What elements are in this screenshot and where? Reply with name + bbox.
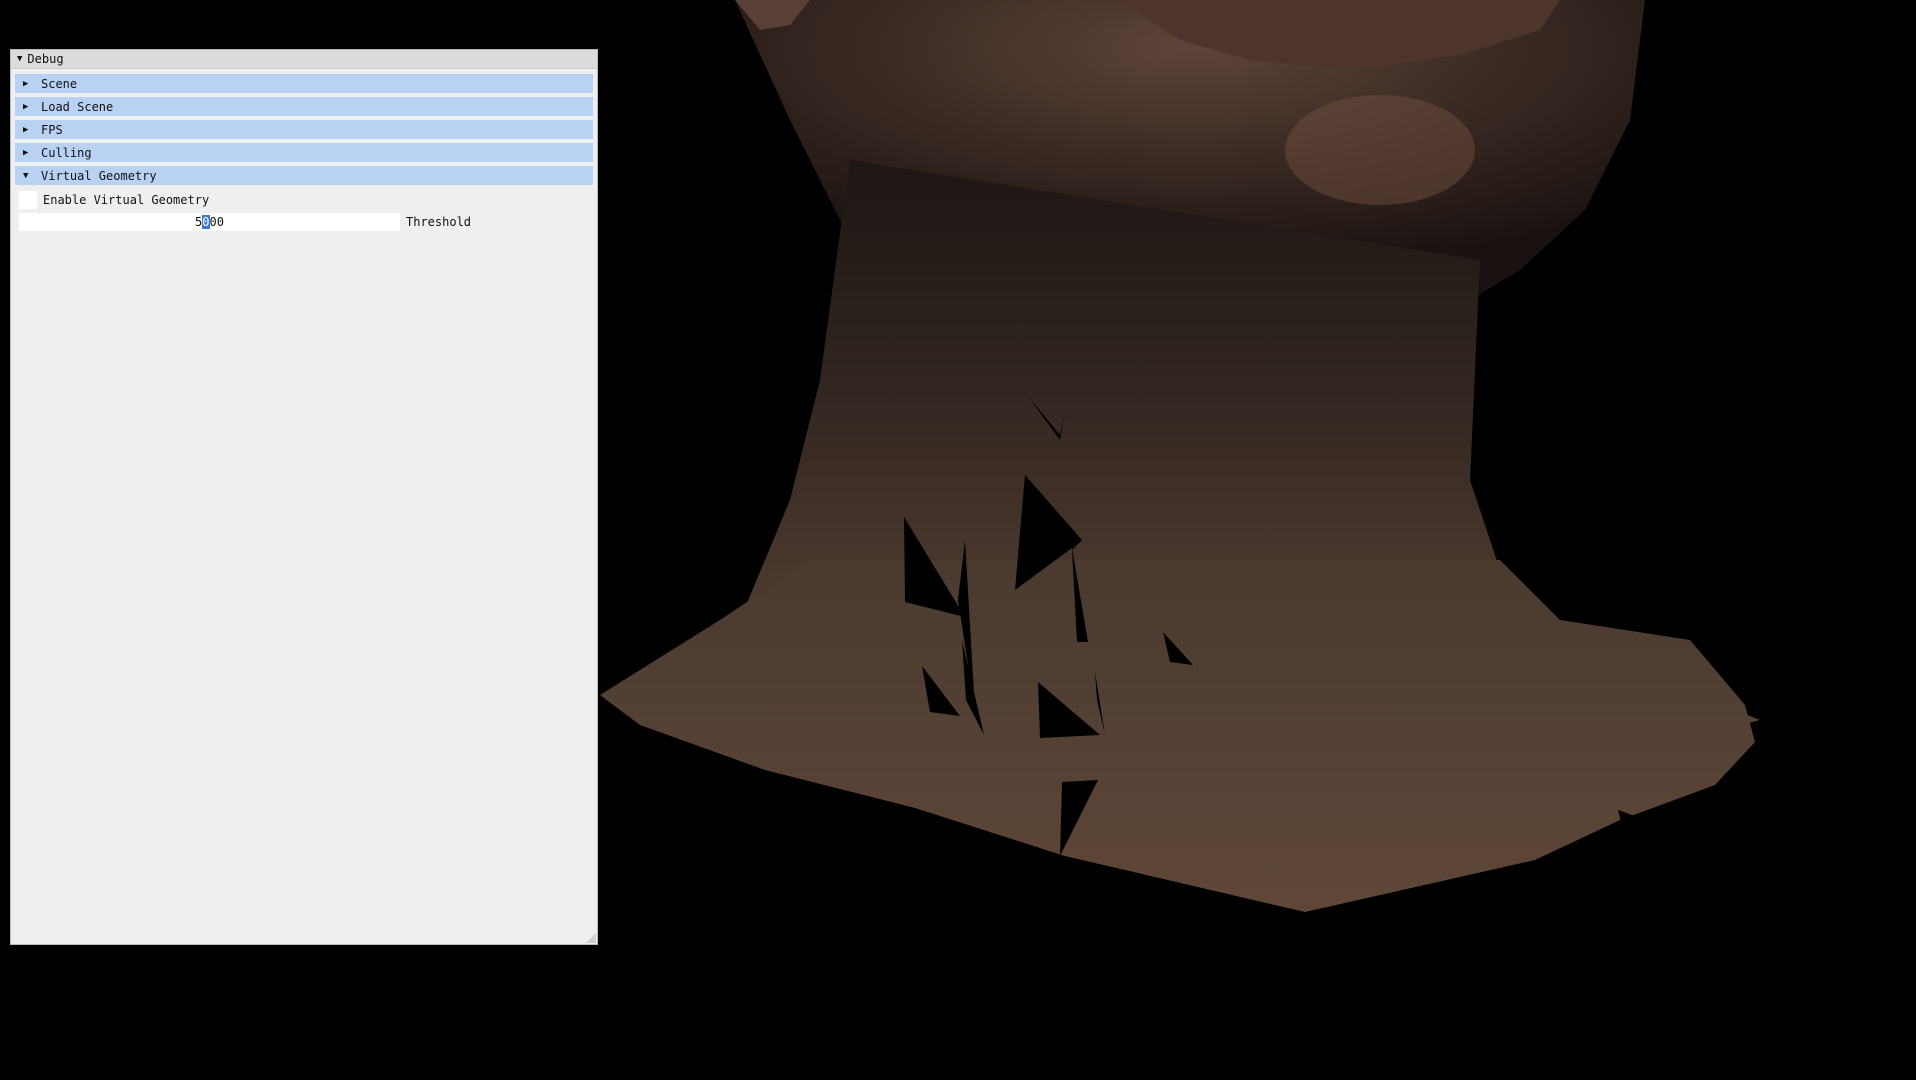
threshold-value-selection: 0 (202, 215, 210, 229)
threshold-label: Threshold (406, 215, 472, 229)
section-label: Culling (41, 145, 92, 160)
debug-window-titlebar[interactable]: ▼ Debug (11, 50, 597, 69)
collapse-arrow-icon: ▼ (23, 170, 29, 181)
debug-window[interactable]: ▼ Debug ▶ Scene ▶ Load Scene ▶ FPS ▶ Cul… (10, 49, 598, 945)
section-label: FPS (41, 122, 63, 137)
enable-virtual-geometry-label: Enable Virtual Geometry (43, 193, 210, 207)
expand-arrow-icon: ▶ (23, 147, 29, 158)
section-header-load-scene[interactable]: ▶ Load Scene (15, 97, 593, 116)
enable-virtual-geometry-row: Enable Virtual Geometry (15, 189, 593, 211)
section-header-culling[interactable]: ▶ Culling (15, 143, 593, 162)
window-title: Debug (27, 52, 64, 66)
threshold-value-part: 00 (209, 215, 224, 229)
threshold-value-part: 5 (195, 215, 203, 229)
debug-window-content: ▶ Scene ▶ Load Scene ▶ FPS ▶ Culling ▼ V… (11, 69, 597, 233)
section-header-scene[interactable]: ▶ Scene (15, 74, 593, 93)
section-label: Load Scene (41, 99, 114, 114)
resize-grip-icon[interactable] (586, 933, 596, 943)
expand-arrow-icon: ▶ (23, 124, 29, 135)
section-label: Scene (41, 76, 78, 91)
section-header-fps[interactable]: ▶ FPS (15, 120, 593, 139)
threshold-input[interactable]: 5 0 00 (19, 213, 400, 231)
collapse-arrow-icon[interactable]: ▼ (17, 54, 22, 64)
shoulder-surface (600, 560, 1755, 912)
section-label: Virtual Geometry (41, 168, 157, 183)
threshold-row: 5 0 00 Threshold (15, 211, 593, 233)
section-header-virtual-geometry[interactable]: ▼ Virtual Geometry (15, 166, 593, 185)
expand-arrow-icon: ▶ (23, 78, 29, 89)
expand-arrow-icon: ▶ (23, 101, 29, 112)
enable-virtual-geometry-checkbox[interactable] (19, 191, 37, 209)
chin-highlight (1285, 95, 1475, 205)
